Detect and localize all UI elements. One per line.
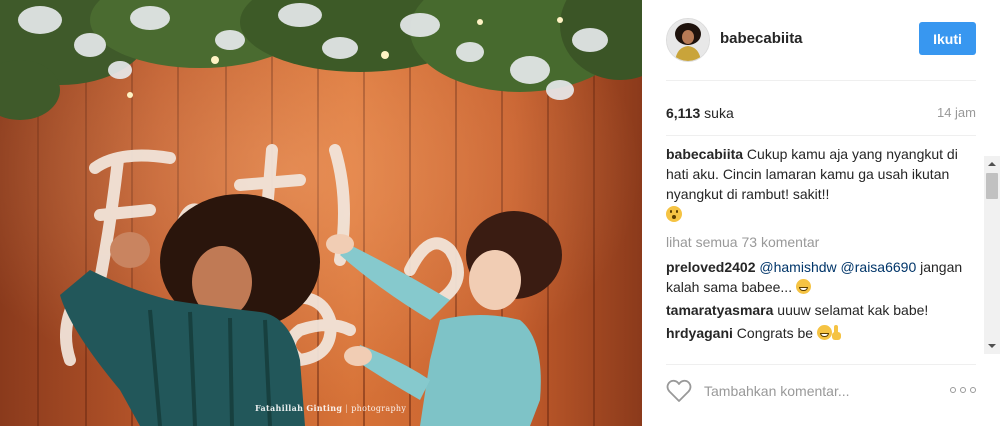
photo-image: [0, 0, 642, 426]
likes-count[interactable]: 6,113 suka: [666, 105, 734, 121]
comment-mention[interactable]: @hamishdw: [759, 259, 836, 275]
user-avatar-icon: [667, 19, 709, 61]
more-options-icon[interactable]: [950, 387, 978, 395]
comment-username[interactable]: preloved2402: [666, 259, 756, 275]
comment-username[interactable]: hrdyagani: [666, 325, 733, 341]
smile-emoji-icon: [816, 325, 832, 340]
comment-item: preloved2402 @hamishdw @raisa6690 jangan…: [666, 257, 984, 297]
shocked-face-emoji-icon: [666, 206, 682, 222]
comment-text: uuuw selamat kak babe!: [777, 302, 929, 318]
comments-list: babecabiita Cukup kamu aja yang nyangkut…: [666, 144, 984, 356]
comment-mention[interactable]: @raisa6690: [841, 259, 917, 275]
photo-credit-suffix: photography: [351, 404, 407, 413]
photo-credit: Fatahillah Ginting | photography: [255, 403, 406, 413]
comment-text: Congrats be: [736, 325, 814, 341]
avatar[interactable]: [666, 18, 710, 62]
caption: babecabiita Cukup kamu aja yang nyangkut…: [666, 144, 984, 224]
photo-credit-separator: |: [345, 404, 349, 413]
likes-label: suka: [704, 105, 734, 121]
follow-button[interactable]: Ikuti: [919, 22, 976, 55]
comments-scrollbar[interactable]: [984, 156, 1000, 354]
view-all-comments-link[interactable]: lihat semua 73 komentar: [666, 232, 984, 252]
post-photo[interactable]: Fatahillah Ginting | photography: [0, 0, 642, 426]
comment-username[interactable]: tamaratyasmara: [666, 302, 773, 318]
scroll-up-arrow-icon[interactable]: [984, 156, 1000, 172]
divider: [666, 80, 976, 81]
post-header: babecabiita Ikuti: [642, 0, 1000, 80]
comment-item: tamaratyasmara uuuw selamat kak babe!: [666, 300, 984, 320]
heart-outline-icon[interactable]: [666, 379, 692, 403]
divider: [666, 364, 976, 365]
divider: [666, 135, 976, 136]
grinning-face-emoji-icon: [795, 279, 811, 294]
comment-item: hrdyagani Congrats be: [666, 323, 984, 343]
scroll-down-arrow-icon[interactable]: [984, 338, 1000, 354]
username[interactable]: babecabiita: [720, 30, 803, 47]
post-side-panel: babecabiita Ikuti 6,113 suka 14 jam babe…: [642, 0, 1000, 426]
ok-hand-emoji-icon: [831, 325, 842, 341]
comment-input[interactable]: [704, 380, 944, 402]
scrollbar-thumb[interactable]: [986, 173, 998, 199]
post-timestamp[interactable]: 14 jam: [937, 105, 976, 120]
photo-credit-name: Fatahillah Ginting: [255, 403, 343, 413]
caption-username[interactable]: babecabiita: [666, 146, 743, 162]
likes-number: 6,113: [666, 105, 701, 121]
